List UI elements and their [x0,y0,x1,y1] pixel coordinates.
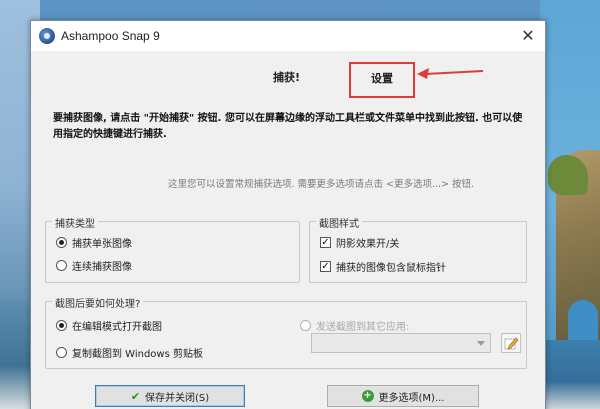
intro-instructions: 要捕获图像, 请点击 "开始捕获" 按钮. 您可以在屏幕边缘的浮动工具栏或文件菜… [53,113,523,140]
checkbox-label: 捕获的图像包含鼠标指针 [336,263,446,274]
radio-copy-clipboard[interactable]: 复制截图到 Windows 剪贴板 [56,345,203,360]
capture-type-group: 捕获类型 捕获单张图像 连续捕获图像 [45,215,300,283]
radio-label: 捕获单张图像 [72,239,132,250]
radio-label: 连续捕获图像 [72,262,132,273]
checkbox-checked-icon[interactable]: ✓ [320,261,331,272]
tab-capture[interactable]: 捕获! [273,69,300,85]
send-to-app-dropdown[interactable] [311,333,491,353]
radio-button[interactable] [56,347,67,358]
save-close-button[interactable]: ✔ 保存并关闭(S) [95,385,245,407]
snap-settings-window: Ashampoo Snap 9 ✕ 捕获! 设置 要捕获图像, 请点击 "开始捕… [30,20,546,409]
checkbox-checked-icon[interactable]: ✓ [320,237,331,248]
annotation-arrow-icon [417,68,484,79]
screenshot-style-title: 截图样式 [316,215,362,230]
more-options-label: 更多选项(M)... [378,392,445,404]
desktop-sea-right [540,340,600,409]
radio-button[interactable] [56,237,67,248]
checkbox-include-cursor[interactable]: ✓ 捕获的图像包含鼠标指针 [320,259,446,274]
after-capture-title: 截图后要如何处理? [52,295,144,310]
settings-hint: 这里您可以设置常规捕获选项. 需要更多选项请点击 <更多选项...> 按钮. [167,179,475,190]
checkmark-icon: ✔ [130,389,141,403]
screenshot-style-group: 截图样式 ✓ 阴影效果开/关 ✓ 捕获的图像包含鼠标指针 [309,215,527,283]
radio-single-capture[interactable]: 捕获单张图像 [56,235,132,250]
chevron-down-icon [477,341,485,346]
edit-icon [504,337,519,350]
radio-send-to-app[interactable]: 发送截图到其它应用: [300,318,409,333]
plus-icon: + [361,390,374,402]
title-bar[interactable]: Ashampoo Snap 9 ✕ [31,21,545,51]
checkbox-label: 阴影效果开/关 [336,239,400,250]
radio-button[interactable] [300,320,311,331]
radio-button[interactable] [56,260,67,271]
radio-label: 发送截图到其它应用: [316,322,410,333]
edit-app-button[interactable] [501,333,521,353]
more-options-button[interactable]: + 更多选项(M)... [327,385,479,407]
radio-continuous-capture[interactable]: 连续捕获图像 [56,258,132,273]
desktop-rock-arch [568,300,598,340]
radio-label: 在编辑模式打开截图 [72,322,162,333]
radio-open-in-editor[interactable]: 在编辑模式打开截图 [56,318,162,333]
radio-label: 复制截图到 Windows 剪贴板 [72,349,203,360]
ashampoo-snap-icon [39,28,55,44]
tab-settings[interactable]: 设置 [349,62,415,98]
close-icon[interactable]: ✕ [517,25,539,47]
checkbox-shadow-effect[interactable]: ✓ 阴影效果开/关 [320,235,399,250]
desktop-vegetation [548,155,588,195]
capture-type-title: 捕获类型 [52,215,98,230]
window-title: Ashampoo Snap 9 [61,29,160,43]
save-close-label: 保存并关闭(S) [145,392,210,404]
radio-button[interactable] [56,320,67,331]
